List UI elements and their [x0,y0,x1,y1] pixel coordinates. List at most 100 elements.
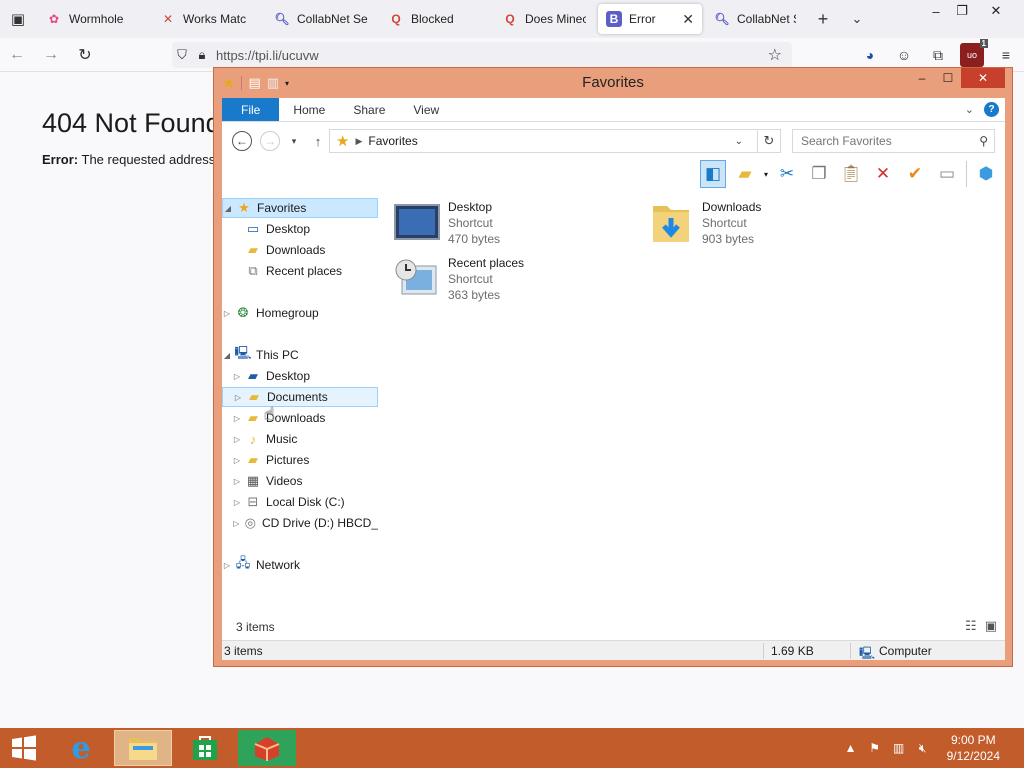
clock[interactable]: 9:00 PM 9/12/2024 [947,732,1000,764]
network-status-icon[interactable]: ▥ [887,741,911,755]
paste-icon[interactable]: 📋︎ [838,160,864,188]
close-icon[interactable]: ✕ [961,68,1005,88]
ribbon-tab-view[interactable]: View [399,98,453,121]
tab-overflow-chevron-icon[interactable]: ⌄ [840,0,874,38]
back-button[interactable]: ← [230,129,254,153]
taskbar-app-installer[interactable] [238,730,296,766]
minimize-icon[interactable]: – [922,0,950,22]
restore-icon[interactable]: ❐ [948,0,976,22]
tab-error[interactable]: B Error ✕ [598,4,702,34]
extension-globe-icon[interactable]: ◕ [858,43,882,67]
url-bar[interactable]: ⛉ 🔒︎ https://tpi.li/ucuvw ☆ [172,42,792,68]
url-text[interactable]: https://tpi.li/ucuvw [216,48,319,63]
ublock-icon[interactable]: uo 1 [960,39,988,67]
collapsed-arrow-icon[interactable]: ▷ [232,519,241,528]
tab-wormhole[interactable]: ✿ Wormhole [38,4,148,34]
collapsed-arrow-icon[interactable]: ▷ [232,498,242,507]
explorer-title-bar[interactable]: ★ ▤ ▥ ▾ Favorites – ☐ ✕ [214,68,1012,98]
file-item-downloads[interactable]: Downloads Shortcut 903 bytes [646,198,761,250]
file-item-desktop[interactable]: Desktop Shortcut 470 bytes [392,198,500,250]
tab-does-minecraft[interactable]: Q Does Minec [494,4,594,34]
ribbon-tab-file[interactable]: File [222,98,280,121]
rename-check-icon[interactable]: ✔ [902,160,928,188]
collapsed-arrow-icon[interactable]: ▷ [232,477,242,486]
taskbar-internet-explorer[interactable]: e [52,730,110,766]
globe-icon[interactable]: ⬢ [973,160,999,188]
start-button[interactable] [0,730,48,766]
collapsed-arrow-icon[interactable]: ▷ [232,435,242,444]
nav-item-pc-music[interactable]: ▷ ♪ Music [232,429,297,449]
close-window-icon[interactable]: ✕ [982,0,1010,22]
folder-options-icon[interactable]: ▰ [732,160,758,188]
volume-muted-icon[interactable]: 🔇︎ [911,741,935,756]
forward-button[interactable]: → [34,38,68,72]
expanded-arrow-icon[interactable]: ◢ [223,204,233,213]
details-view-icon[interactable]: ☷ [965,618,977,634]
nav-item-pc-desktop[interactable]: ▷ ▰ Desktop [232,366,310,386]
properties-icon[interactable]: ▭ [934,160,960,188]
nav-item-fav-desktop[interactable]: ▭ Desktop [244,219,310,239]
help-icon[interactable]: ? [984,102,999,117]
taskbar-store[interactable] [176,730,234,766]
address-dropdown-icon[interactable]: ⌄ [735,136,743,147]
search-box[interactable]: ⚲ [792,129,995,153]
maximize-icon[interactable]: ☐ [938,68,958,88]
tab-collabnet-1[interactable]: 🔍︎ CollabNet Se [266,4,376,34]
show-hidden-icons-icon[interactable]: ▲ [839,741,863,755]
tab-collabnet-2[interactable]: 🔍︎ CollabNet Se [706,4,804,34]
nav-item-pc-pictures[interactable]: ▷ ▰ Pictures [232,450,309,470]
nav-item-pc-videos[interactable]: ▷ ▦ Videos [232,471,303,491]
account-icon[interactable]: ☺ [892,43,916,67]
file-item-recent-places[interactable]: Recent places Shortcut 363 bytes [392,254,524,306]
search-input[interactable] [801,134,971,148]
collapsed-arrow-icon[interactable]: ▷ [233,393,243,402]
nav-item-local-disk[interactable]: ▷ ⊟ Local Disk (C:) [232,492,345,512]
action-center-flag-icon[interactable]: ⚑ [863,741,887,755]
taskbar-file-explorer[interactable] [114,730,172,766]
error-label: Error: [42,152,79,167]
extensions-puzzle-icon[interactable]: ⧉ [926,43,950,67]
up-arrow-icon[interactable]: ↑ [306,129,330,153]
collapsed-arrow-icon[interactable]: ▷ [232,456,242,465]
ribbon-tab-share[interactable]: Share [339,98,399,121]
collapsed-arrow-icon[interactable]: ▷ [232,414,242,423]
nav-item-homegroup[interactable]: ▷ ❂ Homegroup [222,303,319,323]
refresh-button[interactable]: ↻ [757,129,781,153]
reload-button[interactable]: ↻ [68,38,102,72]
list-all-tabs-button[interactable]: ▣ [0,0,36,38]
delete-icon[interactable]: ✕ [870,160,896,188]
nav-item-network[interactable]: ▷ 🖧︎ Network [222,555,300,575]
nav-item-fav-recent[interactable]: ⧉ Recent places [244,261,342,281]
breadcrumb-separator-icon[interactable]: ▶ [355,136,362,147]
address-bar[interactable]: ★ ▶ Favorites ⌄ [329,129,774,153]
copy-icon[interactable]: ❐ [806,160,832,188]
minimize-icon[interactable]: – [912,68,932,88]
back-button[interactable]: ← [0,38,34,72]
nav-item-pc-downloads[interactable]: ▷ ▰ Downloads [232,408,325,428]
recent-locations-dropdown-icon[interactable]: ▾ [282,129,306,153]
collapsed-arrow-icon[interactable]: ▷ [222,309,232,318]
expanded-arrow-icon[interactable]: ◢ [222,351,232,360]
collapsed-arrow-icon[interactable]: ▷ [222,561,232,570]
nav-item-favorites[interactable]: ◢ ★ Favorites [222,198,378,218]
large-icons-view-icon[interactable]: ▣ [985,618,997,634]
navigation-pane-icon[interactable]: ◧ [699,160,726,188]
search-icon[interactable]: ⚲ [979,134,988,148]
expand-ribbon-chevron-icon[interactable]: ⌄ [965,103,974,116]
bookmark-star-icon[interactable]: ☆ [768,45,782,65]
tab-works-match[interactable]: ✕ Works Matc [152,4,262,34]
new-tab-button[interactable]: + [806,0,840,38]
breadcrumb-favorites[interactable]: Favorites [368,134,417,148]
collapsed-arrow-icon[interactable]: ▷ [232,372,242,381]
forward-button[interactable]: → [258,129,282,153]
nav-item-fav-downloads[interactable]: ▰ Downloads [244,240,325,260]
cut-icon[interactable]: ✂ [774,160,800,188]
ribbon-tab-home[interactable]: Home [279,98,339,121]
nav-item-this-pc[interactable]: ◢ 🖳︎ This PC [222,345,299,365]
nav-item-pc-documents[interactable]: ▷ ▰ Documents [222,387,378,407]
close-tab-icon[interactable]: ✕ [674,11,694,28]
folder-options-dropdown-icon[interactable]: ▾ [764,170,768,179]
nav-item-cd-drive[interactable]: ▷ ◎ CD Drive (D:) HBCD_ [232,513,378,533]
tab-blocked[interactable]: Q Blocked [380,4,490,34]
menu-hamburger-icon[interactable]: ≡ [994,43,1018,67]
